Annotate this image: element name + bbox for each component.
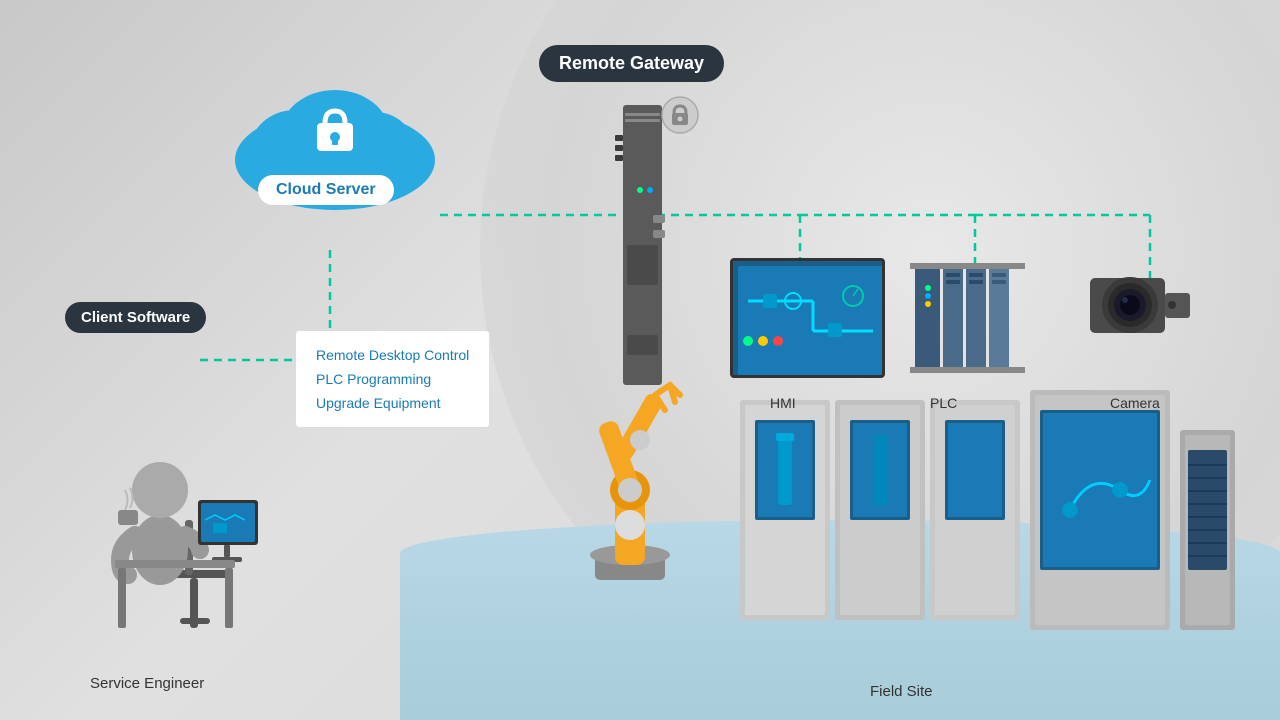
- machine-group: [740, 390, 1240, 640]
- hmi-label: HMI: [770, 395, 796, 411]
- hmi-screen: [730, 258, 885, 378]
- person-area: [50, 360, 270, 660]
- gateway-device: [615, 105, 670, 385]
- cloud-server-label: Cloud Server: [258, 175, 394, 205]
- main-scene: Cloud Server Remote Gateway: [0, 0, 1280, 720]
- remote-gateway-label: Remote Gateway: [539, 45, 724, 82]
- client-software-label: Client Software: [65, 302, 206, 333]
- feature-plc-programming: PLC Programming: [316, 367, 469, 391]
- robot-arm: [540, 360, 720, 590]
- feature-box: Remote Desktop Control PLC Programming U…: [295, 330, 490, 428]
- camera-unit: [1085, 258, 1195, 368]
- service-engineer-label: Service Engineer: [90, 675, 204, 692]
- camera-label: Camera: [1110, 395, 1160, 411]
- field-site-label: Field Site: [870, 683, 933, 700]
- plc-unit: [910, 258, 1030, 378]
- gateway-lock-icon: [660, 95, 700, 135]
- feature-remote-desktop: Remote Desktop Control: [316, 343, 469, 367]
- plc-label: PLC: [930, 395, 957, 411]
- feature-upgrade-equipment: Upgrade Equipment: [316, 391, 469, 415]
